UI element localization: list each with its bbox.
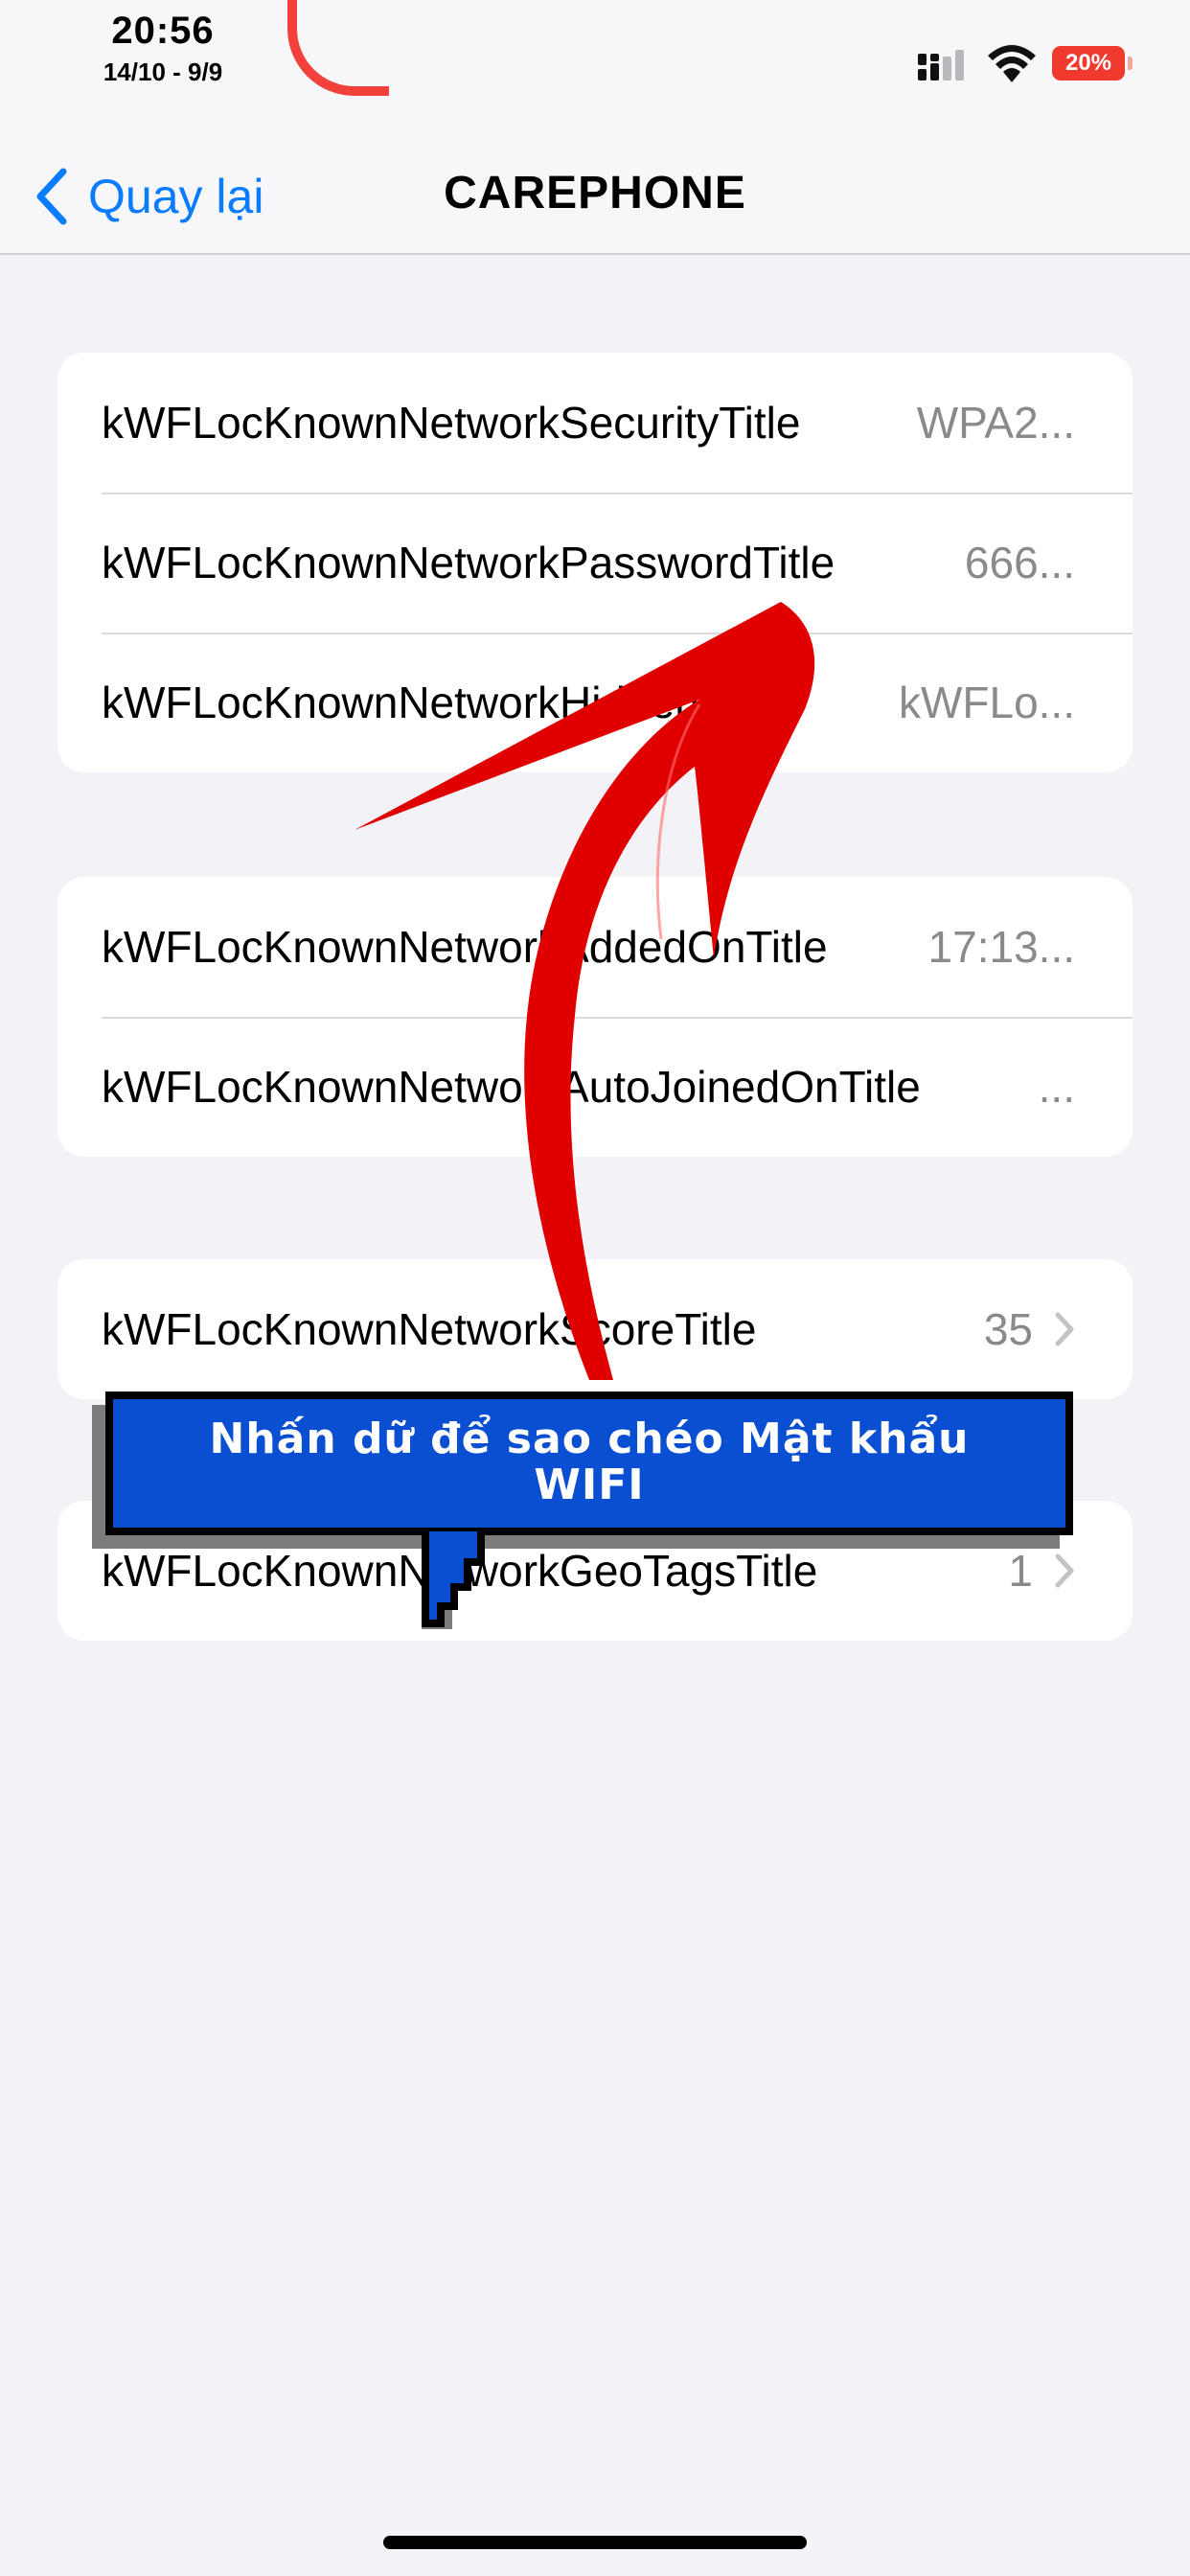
row-value: ...	[1038, 1062, 1075, 1112]
navigation-bar: Quay lại CAREPHONE	[0, 144, 1190, 255]
status-time: 20:56	[111, 10, 215, 52]
row-label: kWFLocKnownNetworkSecurityTitle	[102, 398, 801, 448]
battery-nub	[1128, 57, 1133, 70]
row-label: kWFLocKnownNetworkHiddenTitle	[102, 678, 782, 727]
row-value: 17:13...	[927, 922, 1075, 972]
row-value: WPA2...	[916, 398, 1075, 448]
row-value: 1	[1008, 1546, 1033, 1596]
row-value: 35	[983, 1304, 1033, 1354]
instruction-banner: Nhấn dữ để sao chéo Mật khẩu WIFI	[105, 1392, 1073, 1535]
chevron-right-icon	[1055, 1312, 1074, 1346]
row-label: kWFLocKnownNetworkPasswordTitle	[102, 538, 835, 587]
instruction-text: Nhấn dữ để sao chéo Mật khẩu WIFI	[113, 1416, 1065, 1508]
screen-recording-indicator	[287, 0, 389, 96]
speech-bubble-tail-icon	[422, 1528, 485, 1629]
row-hidden[interactable]: kWFLocKnownNetworkHiddenTitle kWFLo...	[57, 632, 1133, 772]
battery-indicator: 20%	[1052, 46, 1125, 80]
instruction-line-2: WIFI	[534, 1460, 645, 1509]
wifi-icon	[988, 45, 1036, 82]
row-score[interactable]: kWFLocKnownNetworkScoreTitle 35	[57, 1259, 1133, 1399]
home-indicator[interactable]	[383, 2536, 807, 2549]
row-security[interactable]: kWFLocKnownNetworkSecurityTitle WPA2...	[57, 353, 1133, 493]
cellular-signal-icon	[918, 50, 964, 80]
status-bar: 20:56 14/10 - 9/9 20%	[0, 0, 1190, 144]
row-value: kWFLo...	[898, 678, 1075, 727]
page-title: CAREPHONE	[444, 168, 746, 218]
row-value: 666...	[964, 538, 1075, 587]
instruction-line-1: Nhấn dữ để sao chéo Mật khẩu	[209, 1414, 970, 1463]
row-label: kWFLocKnownNetworkAddedOnTitle	[102, 922, 828, 972]
chevron-right-icon	[1055, 1553, 1074, 1588]
network-history-group: kWFLocKnownNetworkAddedOnTitle 17:13... …	[57, 877, 1133, 1157]
row-label: kWFLocKnownNetworkScoreTitle	[102, 1304, 757, 1354]
row-added-on[interactable]: kWFLocKnownNetworkAddedOnTitle 17:13...	[57, 877, 1133, 1017]
row-auto-joined-on[interactable]: kWFLocKnownNetworkAutoJoinedOnTitle ...	[57, 1017, 1133, 1157]
row-password[interactable]: kWFLocKnownNetworkPasswordTitle 666...	[57, 493, 1133, 632]
row-label: kWFLocKnownNetworkAutoJoinedOnTitle	[102, 1062, 921, 1112]
network-details-group: kWFLocKnownNetworkSecurityTitle WPA2... …	[57, 353, 1133, 772]
network-score-group: kWFLocKnownNetworkScoreTitle 35	[57, 1259, 1133, 1399]
status-date: 14/10 - 9/9	[103, 58, 223, 86]
